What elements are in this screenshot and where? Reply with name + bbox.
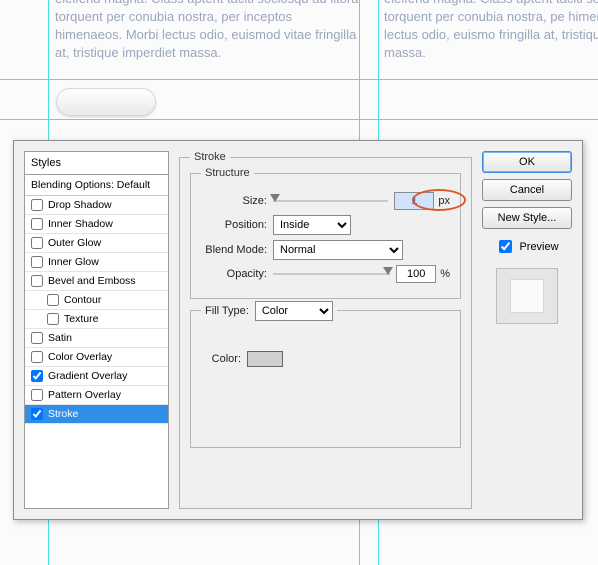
preview-label: Preview — [519, 241, 558, 253]
position-label: Position: — [201, 219, 273, 231]
color-label: Color: — [201, 353, 247, 365]
style-checkbox[interactable] — [31, 256, 43, 268]
opacity-slider-thumb[interactable] — [383, 267, 393, 275]
button-shape-preview — [56, 88, 156, 116]
fill-body: Color: — [190, 328, 461, 448]
style-item-pattern-overlay[interactable]: Pattern Overlay — [25, 386, 168, 405]
preview-thumbnail-inner — [510, 279, 544, 313]
style-item-color-overlay[interactable]: Color Overlay — [25, 348, 168, 367]
preview-checkbox[interactable] — [499, 240, 512, 253]
style-item-label: Drop Shadow — [48, 199, 112, 211]
size-input[interactable] — [394, 192, 434, 210]
size-slider-thumb[interactable] — [270, 194, 280, 202]
filltype-select[interactable]: Color — [255, 301, 333, 321]
structure-legend: Structure — [201, 167, 254, 179]
guide-horizontal — [0, 79, 598, 80]
stroke-color-swatch[interactable] — [247, 351, 283, 367]
style-item-inner-shadow[interactable]: Inner Shadow — [25, 215, 168, 234]
layer-style-dialog: Styles Blending Options: Default Drop Sh… — [13, 140, 583, 520]
style-item-inner-glow[interactable]: Inner Glow — [25, 253, 168, 272]
new-style-button[interactable]: New Style... — [482, 207, 572, 229]
style-item-texture[interactable]: Texture — [25, 310, 168, 329]
filltype-label: Fill Type: — [205, 305, 255, 317]
style-item-outer-glow[interactable]: Outer Glow — [25, 234, 168, 253]
opacity-slider[interactable] — [273, 273, 390, 275]
style-item-label: Inner Glow — [48, 256, 99, 268]
guide-horizontal — [0, 119, 598, 120]
blend-mode-select[interactable]: Normal — [273, 240, 403, 260]
stroke-legend: Stroke — [190, 151, 230, 163]
stroke-settings-panel: Stroke Structure Size: px Position: Insi… — [179, 151, 472, 509]
style-item-label: Color Overlay — [48, 351, 112, 363]
style-checkbox[interactable] — [47, 294, 59, 306]
opacity-input[interactable] — [396, 265, 436, 283]
style-item-label: Inner Shadow — [48, 218, 113, 230]
style-checkbox[interactable] — [31, 332, 43, 344]
bg-text-col-1: eleifend magna. Class aptent taciti soci… — [55, 0, 360, 62]
position-select[interactable]: Inside — [273, 215, 351, 235]
style-checkbox[interactable] — [31, 370, 43, 382]
size-slider[interactable] — [273, 200, 388, 202]
dialog-buttons-panel: OK Cancel New Style... Preview — [482, 151, 572, 509]
style-item-label: Pattern Overlay — [48, 389, 121, 401]
opacity-unit: % — [440, 268, 450, 280]
style-item-label: Satin — [48, 332, 72, 344]
style-checkbox[interactable] — [47, 313, 59, 325]
cancel-button[interactable]: Cancel — [482, 179, 572, 201]
blending-options-row[interactable]: Blending Options: Default — [25, 175, 168, 196]
structure-fieldset: Structure Size: px Position: Inside — [190, 167, 461, 299]
styles-header[interactable]: Styles — [25, 152, 168, 175]
style-checkbox[interactable] — [31, 199, 43, 211]
stroke-fieldset: Stroke Structure Size: px Position: Insi… — [179, 151, 472, 509]
filltype-legend-row: Fill Type: Color — [190, 310, 461, 330]
style-item-drop-shadow[interactable]: Drop Shadow — [25, 196, 168, 215]
size-unit: px — [438, 195, 450, 207]
bg-text-col-2: eleifend magna. Class aptent taciti soci… — [384, 0, 598, 62]
style-item-bevel-and-emboss[interactable]: Bevel and Emboss — [25, 272, 168, 291]
style-item-label: Contour — [64, 294, 101, 306]
style-checkbox[interactable] — [31, 275, 43, 287]
style-item-label: Texture — [64, 313, 98, 325]
preview-thumbnail — [496, 268, 558, 324]
style-item-stroke[interactable]: Stroke — [25, 405, 168, 424]
opacity-label: Opacity: — [201, 268, 273, 280]
style-item-label: Gradient Overlay — [48, 370, 127, 382]
style-item-label: Outer Glow — [48, 237, 101, 249]
style-item-label: Stroke — [48, 408, 78, 420]
styles-list-panel: Styles Blending Options: Default Drop Sh… — [24, 151, 169, 509]
style-item-label: Bevel and Emboss — [48, 275, 136, 287]
style-item-gradient-overlay[interactable]: Gradient Overlay — [25, 367, 168, 386]
style-item-satin[interactable]: Satin — [25, 329, 168, 348]
style-checkbox[interactable] — [31, 389, 43, 401]
style-checkbox[interactable] — [31, 351, 43, 363]
blend-mode-label: Blend Mode: — [201, 244, 273, 256]
style-checkbox[interactable] — [31, 408, 43, 420]
style-checkbox[interactable] — [31, 237, 43, 249]
ok-button[interactable]: OK — [482, 151, 572, 173]
size-label: Size: — [201, 195, 273, 207]
style-checkbox[interactable] — [31, 218, 43, 230]
style-item-contour[interactable]: Contour — [25, 291, 168, 310]
